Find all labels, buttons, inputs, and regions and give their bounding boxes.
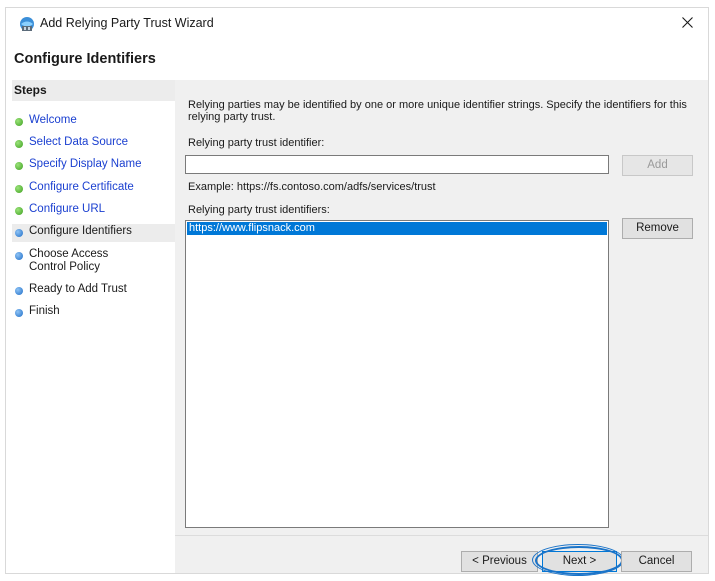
step-done-icon [15, 162, 23, 170]
identifier-input[interactable] [185, 155, 609, 174]
step-item: Select Data Source [12, 135, 175, 151]
cancel-button[interactable]: Cancel [621, 551, 692, 572]
intro-text: Relying parties may be identified by one… [188, 99, 687, 123]
remove-button[interactable]: Remove [622, 218, 693, 239]
close-button[interactable] [668, 8, 708, 38]
step-item: Configure Identifiers [12, 224, 175, 242]
step-label: Configure URL [29, 203, 106, 215]
page-title: Configure Identifiers [14, 51, 156, 67]
window-title: Add Relying Party Trust Wizard [40, 16, 214, 30]
title-bar: Add Relying Party Trust Wizard [6, 8, 708, 38]
step-pending-icon [15, 287, 23, 295]
step-item: Choose Access Control Policy [12, 247, 175, 277]
step-label: Choose Access Control Policy [29, 248, 109, 273]
step-label: Specify Display Name [29, 158, 142, 170]
footer-separator [175, 535, 708, 536]
steps-pane: Steps Welcome Select Data Source Specify D… [12, 80, 175, 571]
previous-button[interactable]: < Previous [461, 551, 538, 572]
step-item: Welcome [12, 113, 175, 129]
step-item: Configure Certificate [12, 180, 175, 196]
step-pending-icon [15, 252, 23, 260]
identifiers-list[interactable]: https://www.flipsnack.com [185, 220, 609, 528]
list-item[interactable]: https://www.flipsnack.com [187, 222, 607, 235]
step-label: Welcome [29, 114, 77, 126]
content-pane: Relying parties may be identified by one… [175, 80, 708, 576]
adfs-trust-icon [18, 15, 36, 33]
step-done-icon [15, 140, 23, 148]
close-icon [682, 17, 693, 28]
identifiers-label: Relying party trust identifiers: [188, 204, 330, 216]
step-done-icon [15, 118, 23, 126]
step-done-icon [15, 185, 23, 193]
next-highlight-ring-outer [532, 544, 624, 576]
step-pending-icon [15, 309, 23, 317]
add-button[interactable]: Add [622, 155, 693, 176]
steps-header: Steps [12, 80, 175, 101]
step-item: Ready to Add Trust [12, 282, 175, 298]
step-label: Configure Identifiers [29, 225, 132, 237]
step-label: Select Data Source [29, 136, 129, 148]
step-pending-icon [15, 229, 23, 237]
step-item: Configure URL [12, 202, 175, 218]
step-label: Ready to Add Trust [29, 283, 127, 295]
step-label: Finish [29, 305, 60, 317]
step-done-icon [15, 207, 23, 215]
step-item: Finish [12, 304, 175, 320]
example-text: Example: https://fs.contoso.com/adfs/ser… [188, 181, 436, 193]
identifier-label: Relying party trust identifier: [188, 137, 325, 149]
step-item: Specify Display Name [12, 157, 175, 173]
wizard-window: Add Relying Party Trust Wizard Configure… [5, 7, 709, 576]
step-label: Configure Certificate [29, 181, 134, 193]
